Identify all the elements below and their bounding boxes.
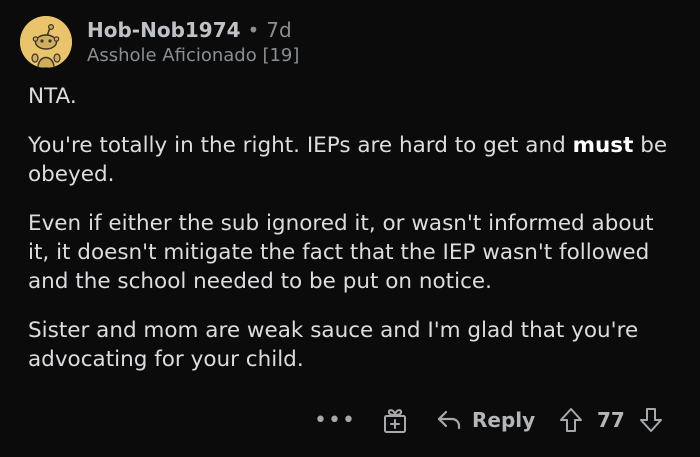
author-name[interactable]: Hob-Nob1974 bbox=[87, 18, 241, 42]
reply-arrow-icon bbox=[437, 410, 461, 430]
downvote-button[interactable] bbox=[638, 400, 664, 440]
award-button[interactable] bbox=[382, 400, 408, 440]
more-options-button[interactable]: ••• bbox=[314, 400, 356, 440]
comment-actions: ••• Reply 77 bbox=[300, 400, 680, 440]
meta-separator: • bbox=[247, 18, 260, 42]
comment-meta: Hob-Nob1974 • 7d Asshole Aficionado [19] bbox=[87, 18, 299, 68]
more-options-icon: ••• bbox=[314, 407, 356, 433]
paragraph-2-start: You're totally in the right. IEPs are ha… bbox=[28, 133, 573, 158]
emphasis-text: must bbox=[572, 133, 634, 158]
vote-score: 77 bbox=[597, 408, 625, 432]
gift-award-icon bbox=[384, 409, 406, 433]
author-line: Hob-Nob1974 • 7d bbox=[87, 18, 299, 43]
comment-body: NTA. You're totally in the right. IEPs a… bbox=[28, 82, 678, 394]
upvote-arrow-icon bbox=[560, 408, 582, 432]
upvote-button[interactable] bbox=[558, 400, 584, 440]
user-flair: Asshole Aficionado [19] bbox=[87, 45, 300, 66]
comment-header: Hob-Nob1974 • 7d Asshole Aficionado [19] bbox=[20, 14, 680, 74]
comment-paragraph-4: Sister and mom are weak sauce and I'm gl… bbox=[28, 318, 639, 372]
comment-paragraph-1: NTA. bbox=[28, 84, 77, 109]
downvote-arrow-icon bbox=[640, 408, 662, 432]
comment-paragraph-2: You're totally in the right. IEPs are ha… bbox=[28, 131, 678, 189]
comment-age: 7d bbox=[266, 18, 292, 42]
reply-button[interactable]: Reply bbox=[436, 400, 535, 440]
comment-paragraph-3: Even if either the sub ignored it, or wa… bbox=[28, 211, 654, 294]
snoo-avatar-icon[interactable] bbox=[20, 16, 72, 68]
reply-label: Reply bbox=[472, 408, 536, 432]
